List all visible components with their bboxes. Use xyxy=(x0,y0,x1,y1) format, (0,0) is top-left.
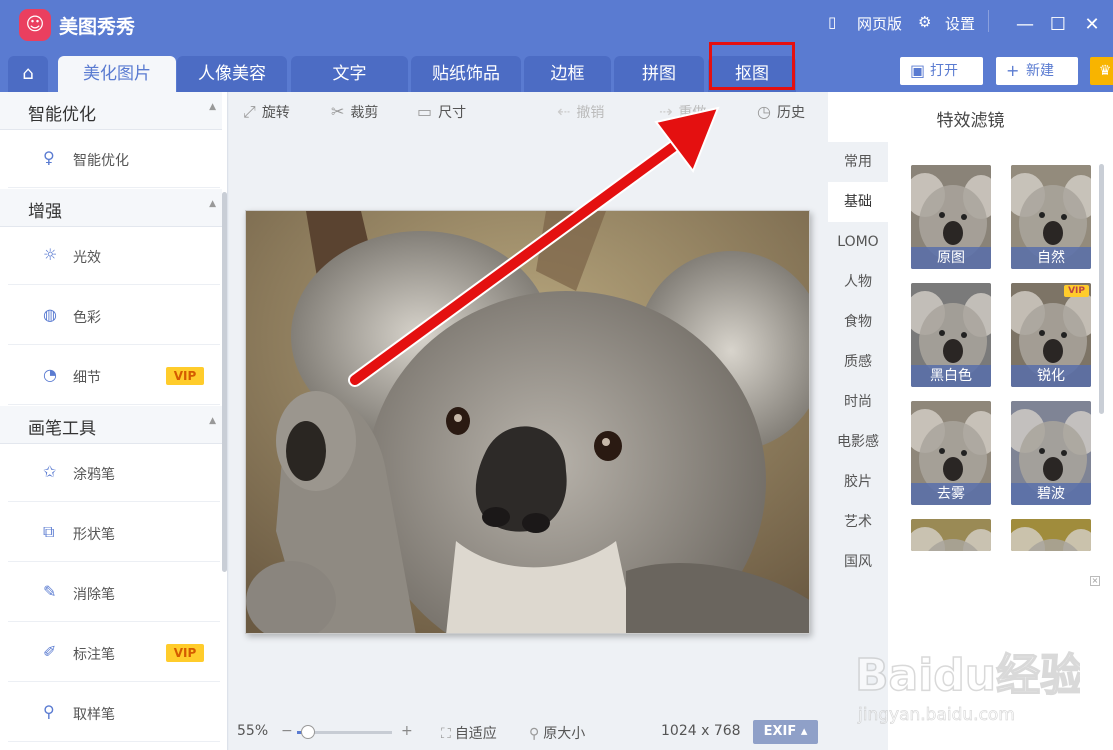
red-arrow-annotation xyxy=(348,106,720,387)
